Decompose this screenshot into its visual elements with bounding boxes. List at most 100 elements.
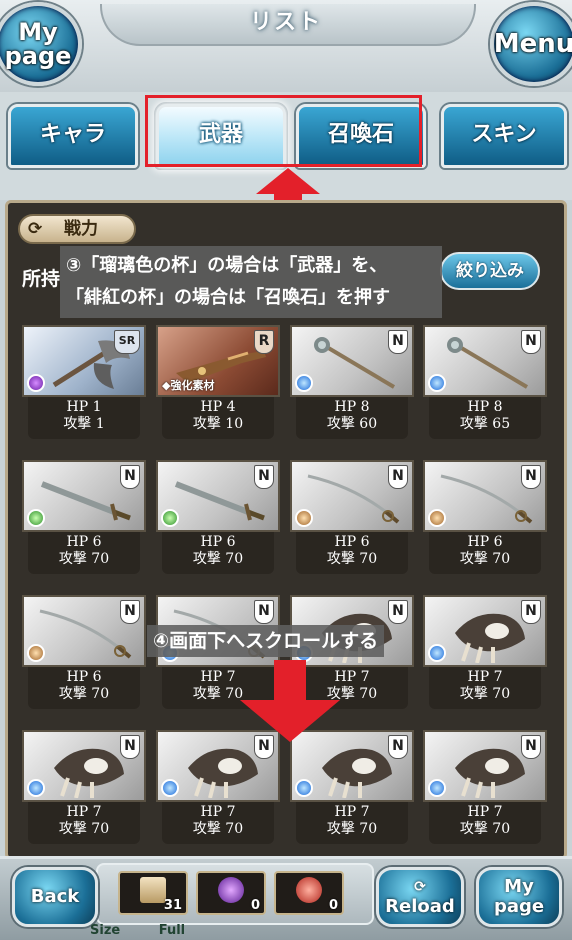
weapon-claw-icon [54,748,124,798]
attack-value: 攻撃 1 [63,416,105,432]
tab-skin[interactable]: スキン [441,104,567,168]
hp-value: HP 6 [334,534,370,550]
hp-value: HP 7 [467,804,503,820]
wind-element-icon [161,509,179,527]
weapon-card[interactable]: N HP 6 攻撃 70 [290,460,414,574]
weapon-card[interactable]: N HP 7 攻撃 70 [423,595,547,709]
tab-character[interactable]: キャラ [8,104,138,168]
weapon-thumbnail: R ◆強化素材 [156,325,280,397]
owned-count-label: 所持 [22,268,61,290]
annotation-step-4: ④画面下へスクロールする [147,625,385,657]
hp-value: HP 6 [66,669,102,685]
weapon-saber-icon [307,474,400,524]
reload-button[interactable]: ⟳ Reload [376,867,464,927]
rarity-badge: N [388,735,408,759]
weapon-thumbnail: N [290,325,414,397]
weapon-card[interactable]: R ◆強化素材 HP 4 攻撃 10 [156,325,280,439]
weapon-claw-icon [322,748,392,798]
red-gem-icon [296,877,322,903]
weapon-claw-icon [455,613,525,663]
bottom-bar: Back 31 0 0 ⟳ Reload My page Size Full [0,856,572,940]
attack-value: 攻撃 70 [326,821,378,837]
attack-value: 攻撃 70 [459,686,511,702]
weapon-stats: HP 6 攻撃 70 [28,532,140,574]
weapon-sword-icon [174,481,265,521]
wind-element-icon [27,509,45,527]
weapon-card[interactable]: N HP 8 攻撃 60 [290,325,414,439]
annotation-step-3-line2: 「緋紅の杯」の場合は「召喚石」を押す [66,287,390,308]
rarity-badge: N [388,600,408,624]
rarity-badge: N [120,735,140,759]
item-slot-red-gem[interactable]: 0 [274,871,344,915]
rarity-badge: N [388,465,408,489]
weapon-card[interactable]: N HP 7 攻撃 70 [290,730,414,844]
mypage-label-line1: My [18,18,58,46]
attack-value: 攻撃 70 [326,551,378,567]
earth-element-icon [27,644,45,662]
hp-value: HP 8 [467,399,503,415]
item-slot-dark-orb[interactable]: 0 [196,871,266,915]
highlight-box [145,95,422,167]
weapon-stats: HP 7 攻撃 70 [162,802,274,844]
earth-element-icon [428,509,446,527]
hp-value: HP 7 [334,804,370,820]
rarity-badge: SR [114,330,140,354]
weapon-stats: HP 7 攻撃 70 [296,802,408,844]
rarity-badge: N [254,600,274,624]
weapon-thumbnail: N [423,595,547,667]
earth-element-icon [295,509,313,527]
attack-value: 攻撃 70 [58,686,110,702]
weapon-card[interactable]: N HP 7 攻撃 70 [22,730,146,844]
hp-value: HP 6 [200,534,236,550]
back-button[interactable]: Back [12,867,98,927]
water-element-icon [428,374,446,392]
page-title: リスト [249,10,322,35]
hp-value: HP 7 [66,804,102,820]
weapon-stats: HP 8 攻撃 60 [296,397,408,439]
weapon-stats: HP 6 攻撃 70 [28,667,140,709]
rarity-badge: R [254,330,274,354]
weapon-card[interactable]: N HP 8 攻撃 65 [423,325,547,439]
water-element-icon [27,779,45,797]
weapon-stats: HP 6 攻撃 70 [162,532,274,574]
weapon-thumbnail: N [423,460,547,532]
weapon-card[interactable]: N HP 7 攻撃 70 [423,730,547,844]
hp-value: HP 8 [334,399,370,415]
item-count: 31 [163,898,182,913]
water-element-icon [161,779,179,797]
weapon-thumbnail: N [156,460,280,532]
weapon-thumbnail: N [22,730,146,802]
weapon-card[interactable]: N HP 6 攻撃 70 [22,595,146,709]
weapon-card[interactable]: N HP 6 攻撃 70 [423,460,547,574]
menu-button[interactable]: Menu [490,2,572,86]
attack-value: 攻撃 70 [58,821,110,837]
rarity-badge: N [521,735,541,759]
weapon-card[interactable]: N HP 6 攻撃 70 [156,460,280,574]
weapon-card[interactable]: N HP 6 攻撃 70 [22,460,146,574]
mypage-bottom-line1: My [504,876,534,897]
annotation-step-3: ③「瑠璃色の杯」の場合は「武器」を、 「緋紅の杯」の場合は「召喚石」を押す [60,246,442,318]
mypage-bottom-button[interactable]: My page [476,867,562,927]
dark-element-icon [27,374,45,392]
hp-value: HP 7 [200,804,236,820]
sort-button[interactable]: ⟳ 戦力 [18,214,136,244]
reload-icon: ⟳ [414,879,426,895]
menu-label: Menu [493,29,572,59]
hp-value: HP 6 [467,534,503,550]
weapon-claw-icon [455,748,525,798]
attack-value: 攻撃 65 [459,416,511,432]
scroll-icon [140,877,166,903]
weapon-thumbnail: N [22,460,146,532]
filter-button[interactable]: 絞り込み [440,252,540,290]
rarity-badge: N [120,465,140,489]
weapon-card[interactable]: SR HP 1 攻撃 1 [22,325,146,439]
weapon-saber-icon [39,609,132,659]
reload-label: Reload [385,896,455,917]
arrow-down-icon [240,660,340,742]
water-element-icon [428,779,446,797]
weapon-sword-icon [40,481,131,521]
weapon-card[interactable]: N HP 7 攻撃 70 [156,730,280,844]
item-slot-scroll[interactable]: 31 [118,871,188,915]
weapon-thumbnail: N [423,325,547,397]
weapon-stats: HP 7 攻撃 70 [28,802,140,844]
